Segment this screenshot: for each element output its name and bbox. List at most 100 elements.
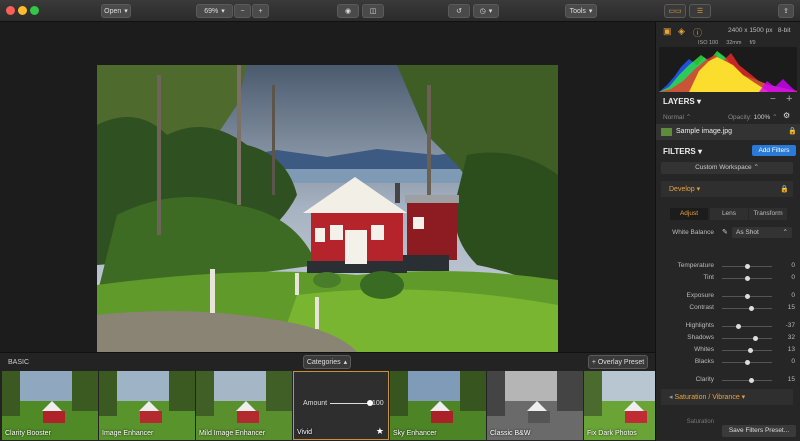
slider-value[interactable]: 0 [771, 292, 795, 299]
amount-value: 100 [372, 400, 384, 407]
preset-thumb[interactable]: Clarity Booster [2, 371, 98, 440]
slider-value[interactable]: 32 [771, 334, 795, 341]
layer-row[interactable]: Sample image.jpg 🔒 [656, 124, 800, 140]
share-icon: ⇪ [783, 8, 789, 15]
zoom-select[interactable]: 69% ▾ [196, 4, 233, 18]
chevron-down-icon: ▾ [741, 394, 746, 401]
chevron-right-icon: ◂ [669, 394, 673, 401]
filters-toggle-button[interactable]: ☰ [689, 4, 711, 18]
slider-value[interactable]: 0 [771, 274, 795, 281]
preset-label: Mild Image Enhancer [199, 430, 266, 437]
slider-label: Clarity [695, 376, 714, 383]
save-filters-preset-button[interactable]: Save Filters Preset... [722, 425, 796, 437]
slider-track[interactable] [722, 350, 772, 351]
preset-thumb[interactable]: Classic B&W [487, 371, 583, 440]
preset-thumb[interactable]: Sky Enhancer [390, 371, 486, 440]
slider-track[interactable] [722, 308, 772, 309]
tab-transform[interactable]: Transform [749, 208, 787, 220]
layers-title[interactable]: LAYERS ▾ [663, 97, 701, 106]
slider-value[interactable]: 15 [771, 376, 795, 383]
white-balance-select[interactable]: As Shot ⌃ [732, 227, 792, 238]
slider-knob[interactable] [748, 306, 754, 311]
slider-value[interactable]: 0 [771, 262, 795, 269]
zoom-in-button[interactable]: + [252, 4, 269, 18]
slider-value[interactable]: 13 [771, 346, 795, 353]
compare-button[interactable]: ◫ [362, 4, 384, 18]
slider-knob[interactable] [745, 264, 750, 269]
slider-value[interactable]: 0 [771, 358, 795, 365]
categories-button[interactable]: Categories ▴ [303, 355, 351, 369]
preset-label: Sky Enhancer [393, 430, 437, 437]
blend-mode-select[interactable]: Normal ⌃ [663, 113, 691, 121]
slider-label: Blacks [694, 358, 714, 365]
presets-strip: BASIC Categories ▴ + Overlay Preset Clari… [0, 352, 655, 441]
preset-thumb[interactable]: Image Enhancer [99, 371, 195, 440]
tab-lens[interactable]: Lens [710, 208, 748, 220]
layers-icon[interactable]: ◈ [678, 26, 685, 37]
preset-thumb[interactable]: Mild Image Enhancer [196, 371, 292, 440]
preset-thumb[interactable]: Fix Dark Photos [584, 371, 655, 440]
zoom-window-button[interactable] [30, 6, 39, 15]
slider-knob[interactable] [745, 294, 750, 299]
opacity-field[interactable]: Opacity: 100% ⌃ [728, 113, 778, 121]
slider-label: Shadows [687, 334, 714, 341]
slider-value[interactable]: 15 [771, 304, 795, 311]
slider-track[interactable] [722, 338, 772, 339]
tools-button[interactable]: Tools ▾ [565, 4, 597, 18]
lock-icon[interactable]: 🔒 [788, 127, 797, 135]
photo-image [97, 65, 558, 352]
undo-button[interactable]: ↺ [448, 4, 470, 18]
slider-row-clarity: Clarity 15 [656, 376, 800, 386]
close-window-button[interactable] [6, 6, 15, 15]
exif-info: ISO 100 32mm f/9 [698, 40, 756, 46]
open-button[interactable]: Open ▾ [101, 4, 131, 18]
saturation-section-header[interactable]: ◂ Saturation / Vibrance ▾ [661, 389, 793, 405]
history-button[interactable]: ◷ ▾ [473, 4, 499, 18]
amount-slider[interactable] [330, 403, 370, 404]
tab-adjust[interactable]: Adjust [670, 208, 708, 220]
slider-row-contrast: Contrast 15 [656, 304, 800, 314]
add-filters-button[interactable]: Add Filters [752, 145, 796, 156]
slider-knob[interactable] [745, 276, 750, 281]
overlay-preset-button[interactable]: + Overlay Preset [588, 355, 648, 369]
slider-knob[interactable] [748, 378, 754, 383]
layer-name: Sample image.jpg [676, 128, 733, 135]
minimize-window-button[interactable] [18, 6, 27, 15]
slider-value[interactable]: -37 [771, 322, 795, 329]
slider-label: Contrast [689, 304, 714, 311]
slider-row-temperature: Temperature 0 [656, 262, 800, 272]
workspace-select[interactable]: Custom Workspace ⌃ [661, 162, 793, 174]
slider-track[interactable] [722, 380, 772, 381]
slider-knob[interactable] [748, 348, 753, 353]
slider-row-exposure: Exposure 0 [656, 292, 800, 302]
preview-eye-button[interactable]: ◉ [337, 4, 359, 18]
image-icon[interactable]: ▣ [663, 26, 672, 37]
star-icon[interactable]: ★ [376, 426, 384, 437]
preset-thumb-selected[interactable]: Amount 100 Vivid ★ [293, 371, 389, 440]
preset-label: Clarity Booster [5, 430, 51, 437]
slider-label: Whites [694, 346, 714, 353]
image-canvas[interactable] [0, 22, 655, 352]
chevron-up-icon: ▴ [343, 359, 348, 366]
image-dimensions: 2400 x 1500 px 8-bit [728, 27, 791, 34]
slider-track[interactable] [722, 326, 772, 327]
slider-knob[interactable] [745, 360, 750, 365]
lock-icon[interactable]: 🔒 [780, 185, 789, 193]
slider-knob[interactable] [753, 336, 758, 341]
develop-section-header[interactable]: Develop ▾ 🔒 [661, 181, 793, 197]
slider-knob[interactable] [736, 324, 741, 329]
main-photo[interactable] [97, 65, 558, 352]
add-layer-button[interactable]: + [786, 93, 792, 105]
presets-toggle-button[interactable]: ▭▭ [664, 4, 686, 18]
zoom-out-button[interactable]: − [234, 4, 251, 18]
slider-label: Highlights [685, 322, 714, 329]
slider-label: Tint [703, 274, 714, 281]
share-button[interactable]: ⇪ [778, 4, 794, 18]
filters-title[interactable]: FILTERS ▾ [663, 147, 702, 156]
saturation-label: Saturation [686, 419, 714, 425]
info-icon[interactable]: ⓘ [693, 26, 702, 39]
eyedropper-icon[interactable]: ✎ [722, 228, 728, 236]
gear-icon[interactable]: ⚙ [783, 111, 790, 120]
remove-layer-button[interactable]: − [770, 94, 776, 105]
chevron-down-icon: ▾ [124, 8, 128, 15]
